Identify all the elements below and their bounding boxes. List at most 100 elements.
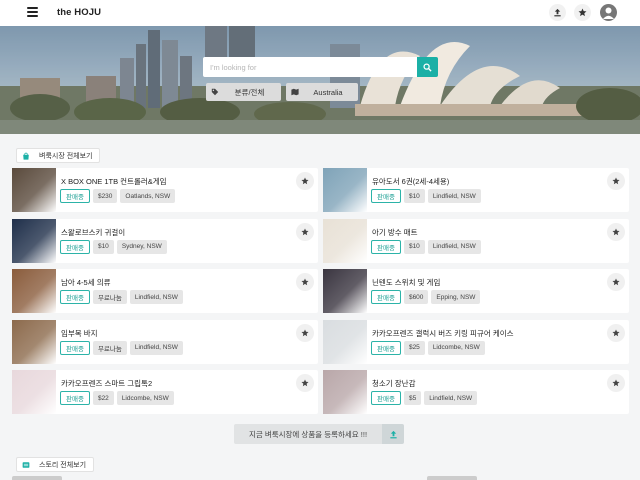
market-view-all-label: 벼룩시장 전체보기 [39,152,93,160]
top-navbar: the HOJU [0,0,640,26]
status-badge: 판매중 [60,391,90,405]
map-icon [286,83,304,101]
listing-card[interactable]: 아기 방수 매트 판매중 $10 Lindfield, NSW [323,218,629,263]
location-badge: Lidcombe, NSW [116,391,174,405]
menu-icon[interactable] [27,7,38,17]
favorite-star-icon[interactable] [296,323,314,342]
shopping-bag-icon [22,152,30,160]
listing-thumbnail[interactable] [12,269,56,313]
listing-card[interactable]: 유아도서 6권(2세-4세용) 판매중 $10 Lindfield, NSW [323,168,629,212]
user-avatar[interactable] [600,4,617,21]
status-badge: 판매중 [60,189,90,203]
listing-card[interactable]: 카카오프렌즈 갤럭시 버즈 키링 피규어 케이스 판매중 $25 Lidcombe, … [323,319,629,364]
listing-thumbnail[interactable] [12,218,56,263]
status-badge: 판매중 [371,290,401,304]
listing-title[interactable]: 스왈로브스키 귀걸이 [61,227,125,238]
location-badge: Lindfield, NSW [129,290,183,304]
listing-tags: 판매중 $10 Lindfield, NSW [371,239,481,254]
register-item-cta[interactable]: 지금 벼룩시장에 상품을 등록하세요 !!! [234,424,404,444]
favorite-star-icon[interactable] [607,222,625,241]
listing-tags: 판매중 $10 Sydney, NSW [60,239,167,254]
market-view-all-button[interactable]: 벼룩시장 전체보기 [16,148,101,163]
favorite-star-icon[interactable] [607,273,625,291]
search-button[interactable] [417,57,438,77]
location-badge: Lindfield, NSW [427,239,481,254]
price-badge: $25 [403,340,425,355]
location-badge: Oatlands, NSW [120,189,176,203]
listing-title[interactable]: 청소기 장난감 [372,378,415,389]
listing-card[interactable]: 스왈로브스키 귀걸이 판매중 $10 Sydney, NSW [12,218,318,263]
listing-thumbnail[interactable] [12,168,56,212]
status-badge: 판매중 [60,340,90,355]
favorite-star-icon[interactable] [296,222,314,241]
listing-tags: 판매중 $10 Lindfield, NSW [371,189,481,203]
listing-title[interactable]: 닌텐도 스위치 및 게임 [372,277,440,288]
favorite-star-icon[interactable] [296,172,314,190]
status-badge: 판매중 [371,340,401,355]
location-badge: Lindfield, NSW [424,391,478,405]
price-badge: $5 [403,391,422,405]
price-badge: $10 [92,239,114,254]
listing-tags: 판매중 무료나눔 Lindfield, NSW [60,290,183,304]
listing-card[interactable]: X BOX ONE 1TB 컨트롤러&게임 판매중 $230 Oatlands, NS… [12,168,318,212]
listing-tags: 판매중 $600 Epping, NSW [371,290,481,304]
listing-tags: 판매중 무료나눔 Lindfield, NSW [60,340,183,355]
story-card-preview[interactable] [12,476,62,480]
listing-thumbnail[interactable] [12,370,56,414]
listing-tags: 판매중 $25 Lidcombe, NSW [371,340,485,355]
listing-title[interactable]: 카카오프렌즈 스마트 그립톡2 [61,378,152,389]
listing-card[interactable]: 닌텐도 스위치 및 게임판매중 $600 Epping, NSW [323,269,629,313]
price-badge: $10 [403,239,425,254]
favorite-star-icon[interactable] [296,273,314,291]
story-view-all-button[interactable]: 스토리 전체보기 [16,457,95,472]
listing-tags: 판매중 $5 Lindfield, NSW [371,391,478,405]
upload-icon[interactable] [549,4,566,21]
brand-logo[interactable]: the HOJU [57,7,101,18]
price-badge: 무료나눔 [92,340,127,355]
search-input[interactable] [203,57,417,77]
location-badge: Epping, NSW [431,290,481,304]
register-item-cta-label: 지금 벼룩시장에 상품을 등록하세요 !!! [234,424,382,444]
listing-title[interactable]: 유아도서 6권(2세-4세용) [372,176,449,187]
story-card-preview[interactable] [427,476,477,480]
price-badge: $22 [92,391,114,405]
status-badge: 판매중 [60,290,90,304]
listing-title[interactable]: 카카오프렌즈 갤럭시 버즈 키링 피규어 케이스 [372,328,514,339]
location-badge: Sydney, NSW [116,239,167,254]
upload-icon[interactable] [382,424,404,444]
favorite-star-icon[interactable] [607,374,625,392]
listing-card[interactable]: 카카오프렌즈 스마트 그립톡2 판매중 $22 Lidcombe, NSW [12,370,318,414]
listing-thumbnail[interactable] [323,168,367,212]
status-badge: 판매중 [371,189,401,203]
tag-icon [206,83,224,101]
listing-tags: 판매중 $22 Lidcombe, NSW [60,391,174,405]
favorite-star-icon[interactable] [607,172,625,190]
listing-card[interactable]: 남아 4-5세 의류판매중 무료나눔 Lindfield, NSW [12,269,318,313]
favorite-star-icon[interactable] [607,323,625,342]
hero-overlay [0,26,640,134]
listing-title[interactable]: 임부복 바지 [61,328,98,339]
location-filter[interactable]: Australia [286,83,358,101]
listing-title[interactable]: 아기 방수 매트 [372,227,418,238]
status-badge: 판매중 [60,239,90,254]
status-badge: 판매중 [371,239,401,254]
listing-card[interactable]: 청소기 장난감판매중 $5 Lindfield, NSW [323,370,629,414]
search-bar [203,57,438,77]
location-filter-label: Australia [313,87,343,97]
listing-card[interactable]: 임부복 바지 판매중 무료나눔 Lindfield, NSW [12,319,318,364]
listing-thumbnail[interactable] [323,218,367,263]
listing-thumbnail[interactable] [323,269,367,313]
listing-title[interactable]: X BOX ONE 1TB 컨트롤러&게임 [61,176,167,187]
status-badge: 판매중 [371,391,401,405]
favorite-star-icon[interactable] [296,374,314,392]
listing-title[interactable]: 남아 4-5세 의류 [61,277,111,288]
hero-banner: 분류/전체 Australia [0,26,640,134]
listing-thumbnail[interactable] [323,319,367,364]
star-icon[interactable] [574,4,591,21]
category-filter[interactable]: 분류/전체 [206,83,281,101]
listing-thumbnail[interactable] [323,370,367,414]
listing-thumbnail[interactable] [12,319,56,364]
location-badge: Lidcombe, NSW [427,340,485,355]
category-filter-label: 분류/전체 [234,87,265,97]
price-badge: $600 [403,290,429,304]
